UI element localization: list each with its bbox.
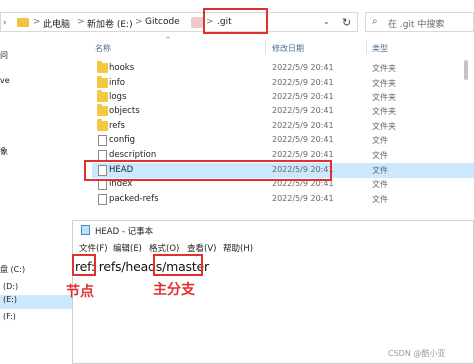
search-placeholder: 在 .git 中搜索 bbox=[388, 20, 445, 30]
file-date: 2022/5/9 20:41 bbox=[272, 121, 334, 130]
breadcrumb-separator: > bbox=[135, 17, 143, 27]
folder-icon bbox=[97, 90, 108, 102]
file-date: 2022/5/9 20:41 bbox=[272, 150, 334, 159]
column-header-type[interactable]: 类型 bbox=[372, 43, 388, 54]
file-date: 2022/5/9 20:41 bbox=[272, 63, 334, 72]
annotation-branch-label: 主分支 bbox=[153, 282, 195, 298]
folder-icon bbox=[97, 61, 108, 73]
file-name: description bbox=[109, 150, 157, 160]
folder-icon bbox=[97, 76, 108, 88]
list-item[interactable]: config 2022/5/9 20:41 文件 bbox=[92, 133, 474, 148]
file-name: refs bbox=[109, 121, 125, 131]
menu-bar: 文件(F) 编辑(E) 格式(O) 查看(V) 帮助(H) bbox=[73, 241, 473, 255]
notepad-window: HEAD - 记事本 文件(F) 编辑(E) 格式(O) 查看(V) 帮助(H)… bbox=[72, 220, 474, 364]
file-date: 2022/5/9 20:41 bbox=[272, 135, 334, 144]
watermark: CSDN @酷小亚 bbox=[388, 349, 446, 358]
list-item[interactable]: hooks 2022/5/9 20:41 文件夹 bbox=[92, 61, 474, 76]
git-folder-icon bbox=[191, 17, 203, 28]
breadcrumb-separator: > bbox=[77, 17, 85, 27]
file-icon bbox=[98, 135, 107, 146]
breadcrumb-drive-e[interactable]: 新加卷 (E:) bbox=[87, 17, 133, 30]
breadcrumb-separator: > bbox=[33, 17, 41, 27]
window-title: HEAD - 记事本 bbox=[95, 227, 154, 237]
file-name: config bbox=[109, 135, 136, 145]
folder-icon bbox=[17, 18, 29, 27]
menu-format[interactable]: 格式(O) bbox=[149, 242, 179, 254]
list-item[interactable]: info 2022/5/9 20:41 文件夹 bbox=[92, 76, 474, 91]
file-type: 文件 bbox=[372, 195, 388, 204]
file-date: 2022/5/9 20:41 bbox=[272, 92, 334, 101]
file-type: 文件 bbox=[372, 151, 388, 160]
navigation-pane: 问 ve 象 盘 (C:) (D:) (E:) (F:) bbox=[0, 36, 72, 364]
highlight-box-ref bbox=[72, 254, 96, 276]
nav-chevron-icon: › bbox=[3, 18, 7, 28]
nav-item-drive-d[interactable]: (D:) bbox=[3, 282, 18, 291]
list-item[interactable]: refs 2022/5/9 20:41 文件夹 bbox=[92, 119, 474, 134]
file-type: 文件 bbox=[372, 166, 388, 175]
file-name: packed-refs bbox=[109, 194, 159, 204]
file-type: 文件 bbox=[372, 180, 388, 189]
file-name: hooks bbox=[109, 63, 135, 73]
list-item[interactable]: objects 2022/5/9 20:41 文件夹 bbox=[92, 104, 474, 119]
file-name: objects bbox=[109, 106, 140, 116]
column-divider[interactable] bbox=[265, 40, 266, 54]
address-dropdown-icon[interactable]: ⌄ bbox=[323, 17, 330, 26]
menu-edit[interactable]: 编辑(E) bbox=[113, 242, 142, 254]
file-icon bbox=[98, 194, 107, 205]
file-date: 2022/5/9 20:41 bbox=[272, 78, 334, 87]
address-bar[interactable]: › > 此电脑 > 新加卷 (E:) > Gitcode > .git ⌄ ↻ bbox=[0, 12, 358, 32]
file-date: 2022/5/9 20:41 bbox=[272, 106, 334, 115]
file-type: 文件夹 bbox=[372, 122, 396, 131]
nav-item[interactable]: 问 bbox=[0, 50, 8, 61]
notepad-title-bar[interactable]: HEAD - 记事本 bbox=[73, 221, 473, 239]
file-name: logs bbox=[109, 92, 127, 102]
nav-item[interactable]: 象 bbox=[0, 146, 8, 157]
breadcrumb-gitcode[interactable]: Gitcode bbox=[145, 17, 180, 27]
nav-item-drive-c[interactable]: 盘 (C:) bbox=[0, 264, 25, 275]
refresh-icon[interactable]: ↻ bbox=[342, 16, 351, 29]
file-name: info bbox=[109, 78, 125, 88]
column-header-name[interactable]: 名称 bbox=[95, 43, 111, 54]
column-header-modified[interactable]: 修改日期 bbox=[272, 43, 304, 54]
list-item[interactable]: packed-refs 2022/5/9 20:41 文件 bbox=[92, 192, 474, 207]
file-date: 2022/5/9 20:41 bbox=[272, 194, 334, 203]
highlight-box-master bbox=[153, 254, 203, 276]
search-input[interactable]: ⌕ 在 .git 中搜索 bbox=[365, 12, 474, 32]
folder-icon bbox=[97, 119, 108, 131]
scrollbar-thumb[interactable] bbox=[464, 60, 468, 80]
folder-icon bbox=[97, 104, 108, 116]
list-item[interactable]: logs 2022/5/9 20:41 文件夹 bbox=[92, 90, 474, 105]
highlight-box-head bbox=[84, 160, 332, 181]
annotation-node-label: 节点 bbox=[66, 284, 94, 300]
menu-file[interactable]: 文件(F) bbox=[79, 242, 108, 254]
nav-item[interactable]: ve bbox=[0, 76, 10, 85]
file-type: 文件夹 bbox=[372, 64, 396, 73]
nav-item-drive-e[interactable]: (E:) bbox=[0, 295, 72, 309]
file-type: 文件夹 bbox=[372, 79, 396, 88]
nav-item-drive-f[interactable]: (F:) bbox=[3, 312, 16, 321]
sort-indicator-icon: ^ bbox=[165, 36, 171, 44]
file-type: 文件夹 bbox=[372, 93, 396, 102]
search-icon: ⌕ bbox=[372, 16, 378, 27]
menu-view[interactable]: 查看(V) bbox=[187, 242, 216, 254]
menu-help[interactable]: 帮助(H) bbox=[223, 242, 253, 254]
highlight-box-git bbox=[203, 8, 268, 34]
breadcrumb-this-pc[interactable]: 此电脑 bbox=[43, 17, 70, 30]
column-divider[interactable] bbox=[366, 40, 367, 54]
file-type: 文件夹 bbox=[372, 107, 396, 116]
file-type: 文件 bbox=[372, 136, 388, 145]
notepad-icon bbox=[81, 225, 90, 235]
